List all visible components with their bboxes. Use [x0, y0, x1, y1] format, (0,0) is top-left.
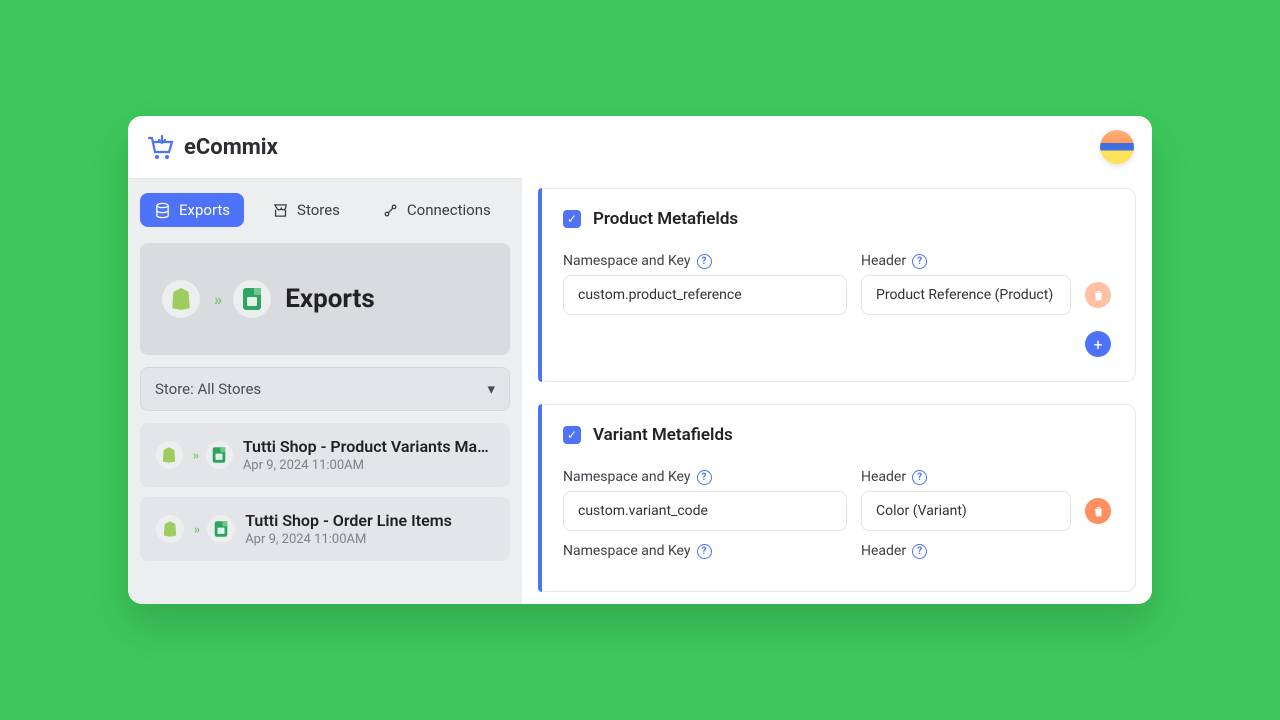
flow-icon: » — [193, 448, 196, 462]
sheets-icon — [233, 280, 271, 318]
help-icon[interactable]: ? — [697, 470, 712, 485]
namespace-label: Namespace and Key — [563, 469, 691, 485]
help-icon[interactable]: ? — [912, 470, 927, 485]
export-date: Apr 9, 2024 11:00AM — [245, 532, 452, 547]
list-item[interactable]: » Tutti Shop - Order Line Items Apr 9, 2… — [140, 497, 510, 561]
brand-name: eCommix — [184, 135, 278, 160]
chevron-down-icon: ▾ — [487, 380, 495, 398]
shopify-icon — [156, 515, 184, 543]
add-button[interactable]: + — [1085, 331, 1111, 357]
plus-icon: + — [1093, 335, 1102, 354]
database-icon — [154, 202, 171, 219]
header-label: Header — [861, 253, 906, 269]
export-title: Tutti Shop - Order Line Items — [245, 511, 452, 530]
filter-label: Store: All Stores — [155, 380, 261, 398]
product-metafields-card: ✓ Product Metafields Namespace and Key? … — [538, 188, 1136, 382]
delete-button[interactable] — [1085, 498, 1111, 524]
tab-stores[interactable]: Stores — [258, 193, 354, 227]
tab-label: Connections — [407, 201, 491, 219]
help-icon[interactable]: ? — [912, 254, 927, 269]
checkbox-product-metafields[interactable]: ✓ — [563, 210, 581, 228]
hero: » Exports — [140, 243, 510, 355]
store-filter[interactable]: Store: All Stores ▾ — [140, 367, 510, 411]
trash-icon — [1092, 505, 1105, 518]
tab-exports[interactable]: Exports — [140, 193, 244, 227]
app-window: eCommix Exports Stores Connections — [128, 116, 1152, 604]
namespace-label: Namespace and Key — [563, 253, 691, 269]
namespace-input[interactable] — [563, 491, 847, 531]
brand-logo: eCommix — [146, 133, 278, 161]
right-panel: ✓ Product Metafields Namespace and Key? … — [522, 178, 1152, 604]
help-icon[interactable]: ? — [697, 254, 712, 269]
connection-icon — [382, 202, 399, 219]
tab-connections[interactable]: Connections — [368, 193, 505, 227]
avatar[interactable] — [1100, 130, 1134, 164]
flow-icon: » — [194, 522, 197, 536]
tab-label: Stores — [297, 201, 340, 219]
header-input[interactable] — [861, 491, 1071, 531]
exports-list: » Tutti Shop - Product Variants Market A… — [128, 423, 522, 561]
store-icon — [272, 202, 289, 219]
page-title: Exports — [285, 284, 374, 314]
cart-icon — [146, 133, 176, 161]
header-label: Header — [861, 469, 906, 485]
field-row: Namespace and Key? Header? — [563, 469, 1111, 531]
field-row: Namespace and Key? Header? — [563, 253, 1111, 315]
list-item[interactable]: » Tutti Shop - Product Variants Market A… — [140, 423, 510, 487]
sheets-icon — [207, 515, 235, 543]
sheets-icon — [206, 441, 233, 469]
topbar: eCommix — [128, 116, 1152, 178]
delete-button[interactable] — [1085, 282, 1111, 308]
checkbox-variant-metafields[interactable]: ✓ — [563, 426, 581, 444]
export-date: Apr 9, 2024 11:00AM — [243, 458, 494, 473]
card-title: Variant Metafields — [593, 425, 733, 445]
help-icon[interactable]: ? — [912, 544, 927, 559]
header-input[interactable] — [861, 275, 1071, 315]
variant-metafields-card: ✓ Variant Metafields Namespace and Key? … — [538, 404, 1136, 592]
namespace-input[interactable] — [563, 275, 847, 315]
namespace-label: Namespace and Key — [563, 543, 691, 559]
shopify-icon — [162, 280, 200, 318]
tab-label: Exports — [179, 201, 230, 219]
help-icon[interactable]: ? — [697, 544, 712, 559]
field-row: Namespace and Key? Header? — [563, 543, 1111, 559]
nav-tabs: Exports Stores Connections — [128, 179, 522, 237]
body: Exports Stores Connections » Exports Sto… — [128, 178, 1152, 604]
trash-icon — [1092, 289, 1105, 302]
flow-icon: » — [214, 290, 219, 309]
left-panel: Exports Stores Connections » Exports Sto… — [128, 178, 522, 604]
export-title: Tutti Shop - Product Variants Market — [243, 437, 494, 456]
header-label: Header — [861, 543, 906, 559]
shopify-icon — [156, 441, 183, 469]
card-title: Product Metafields — [593, 209, 738, 229]
